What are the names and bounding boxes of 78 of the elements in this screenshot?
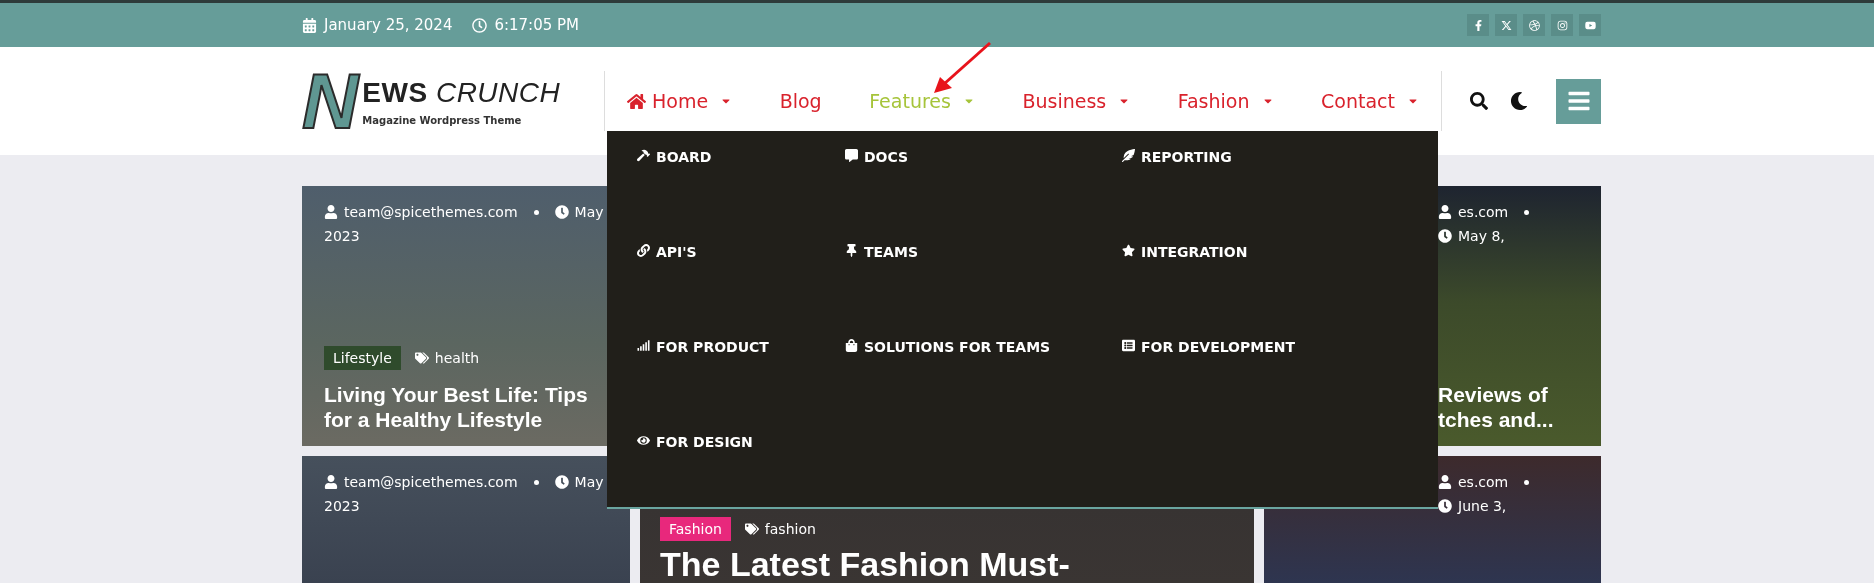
separator-dot — [1524, 479, 1530, 485]
user-icon — [324, 475, 338, 489]
dribbble-icon — [1528, 19, 1540, 31]
post-date: June 3, — [1438, 498, 1507, 514]
menu-item[interactable]: BOARD — [637, 149, 845, 165]
nav-link[interactable]: Contact — [1321, 90, 1419, 112]
menu-item[interactable]: API'S — [637, 244, 845, 260]
youtube-icon — [1584, 19, 1596, 31]
menu-item[interactable]: REPORTING — [1122, 149, 1438, 165]
moon-icon — [1510, 92, 1528, 110]
nav-link[interactable]: Fashion — [1177, 90, 1274, 112]
logo-name: EWS CRUNCH — [362, 76, 561, 109]
post-title[interactable]: The Latest Fashion Must- — [660, 547, 1232, 583]
social-button[interactable] — [1495, 14, 1517, 36]
user-icon — [324, 205, 338, 219]
post-year: 2023 — [324, 498, 361, 514]
tag-icon — [414, 350, 429, 365]
tag-link[interactable]: health — [414, 349, 480, 366]
menu-item[interactable]: FOR PRODUCT — [637, 339, 845, 355]
user-icon — [1438, 205, 1452, 219]
post-year: 2023 — [324, 228, 361, 244]
post-title[interactable]: Living Your Best Life: Tips for a Healthy Lifestyle — [324, 381, 608, 432]
search-button[interactable] — [1470, 92, 1488, 110]
dark-mode-button[interactable] — [1510, 92, 1528, 110]
post-date: May — [554, 474, 604, 490]
star-icon — [1122, 244, 1135, 257]
separator-dot — [1524, 209, 1530, 215]
social-button[interactable] — [1579, 14, 1601, 36]
category-tag[interactable]: Lifestyle — [324, 345, 401, 370]
bar-chart-icon — [637, 339, 650, 352]
clock-icon — [1438, 229, 1452, 243]
calendar-icon — [302, 17, 317, 33]
social-button[interactable] — [1523, 14, 1545, 36]
menu-item[interactable]: TEAMS — [845, 244, 1122, 260]
post-date: May — [554, 204, 604, 220]
x-icon — [1500, 19, 1512, 31]
nav-link[interactable]: Business — [1022, 90, 1131, 112]
menu-item[interactable]: DOCS — [845, 149, 1122, 165]
bag-icon — [845, 339, 858, 352]
menu-icon — [1566, 89, 1591, 113]
instagram-icon — [1556, 19, 1568, 31]
menu-item[interactable]: FOR DEVELOPMENT — [1122, 339, 1438, 355]
pin-icon — [845, 244, 858, 257]
logo-mark: N — [302, 62, 359, 140]
eye-icon — [637, 434, 650, 447]
author-text: team@spicethemes.com — [324, 474, 518, 490]
social-button[interactable] — [1551, 14, 1573, 36]
nav-link[interactable]: Home — [627, 90, 733, 112]
clock-icon — [554, 475, 569, 489]
author-text: team@spicethemes.com — [324, 204, 518, 220]
feather-icon — [1122, 149, 1135, 162]
search-icon — [1470, 92, 1488, 110]
logo-tagline: Magazine Wordpress Theme — [362, 114, 523, 126]
author-text: es.com — [1438, 474, 1509, 490]
list-icon — [1122, 339, 1135, 352]
post-date: May 8, — [1438, 228, 1505, 244]
date-text: January 25, 2024 — [302, 16, 453, 34]
user-icon — [1438, 475, 1452, 489]
link-icon — [637, 244, 650, 257]
hammer-icon — [637, 149, 650, 162]
category-tag[interactable]: Fashion — [660, 517, 731, 542]
menu-item[interactable]: FOR DESIGN — [637, 434, 845, 450]
post-title[interactable]: Reviews of tches and... — [1438, 381, 1579, 432]
clock-icon — [1438, 499, 1452, 513]
tag-icon — [744, 522, 759, 537]
nav-link[interactable]: Blog — [779, 90, 822, 112]
speech-bubble-icon — [845, 149, 858, 162]
clock-icon — [554, 205, 569, 219]
time-text: 6:17:05 PM — [472, 16, 580, 34]
clock-icon — [472, 17, 488, 33]
menu-item[interactable]: INTEGRATION — [1122, 244, 1438, 260]
menu-button[interactable] — [1556, 78, 1601, 124]
separator-dot — [533, 479, 539, 485]
tag-link[interactable]: fashion — [744, 521, 816, 538]
author-text: es.com — [1438, 204, 1509, 220]
separator-dot — [533, 209, 539, 215]
social-button[interactable] — [1467, 14, 1489, 36]
menu-item[interactable]: SOLUTIONS FOR TEAMS — [845, 339, 1122, 355]
